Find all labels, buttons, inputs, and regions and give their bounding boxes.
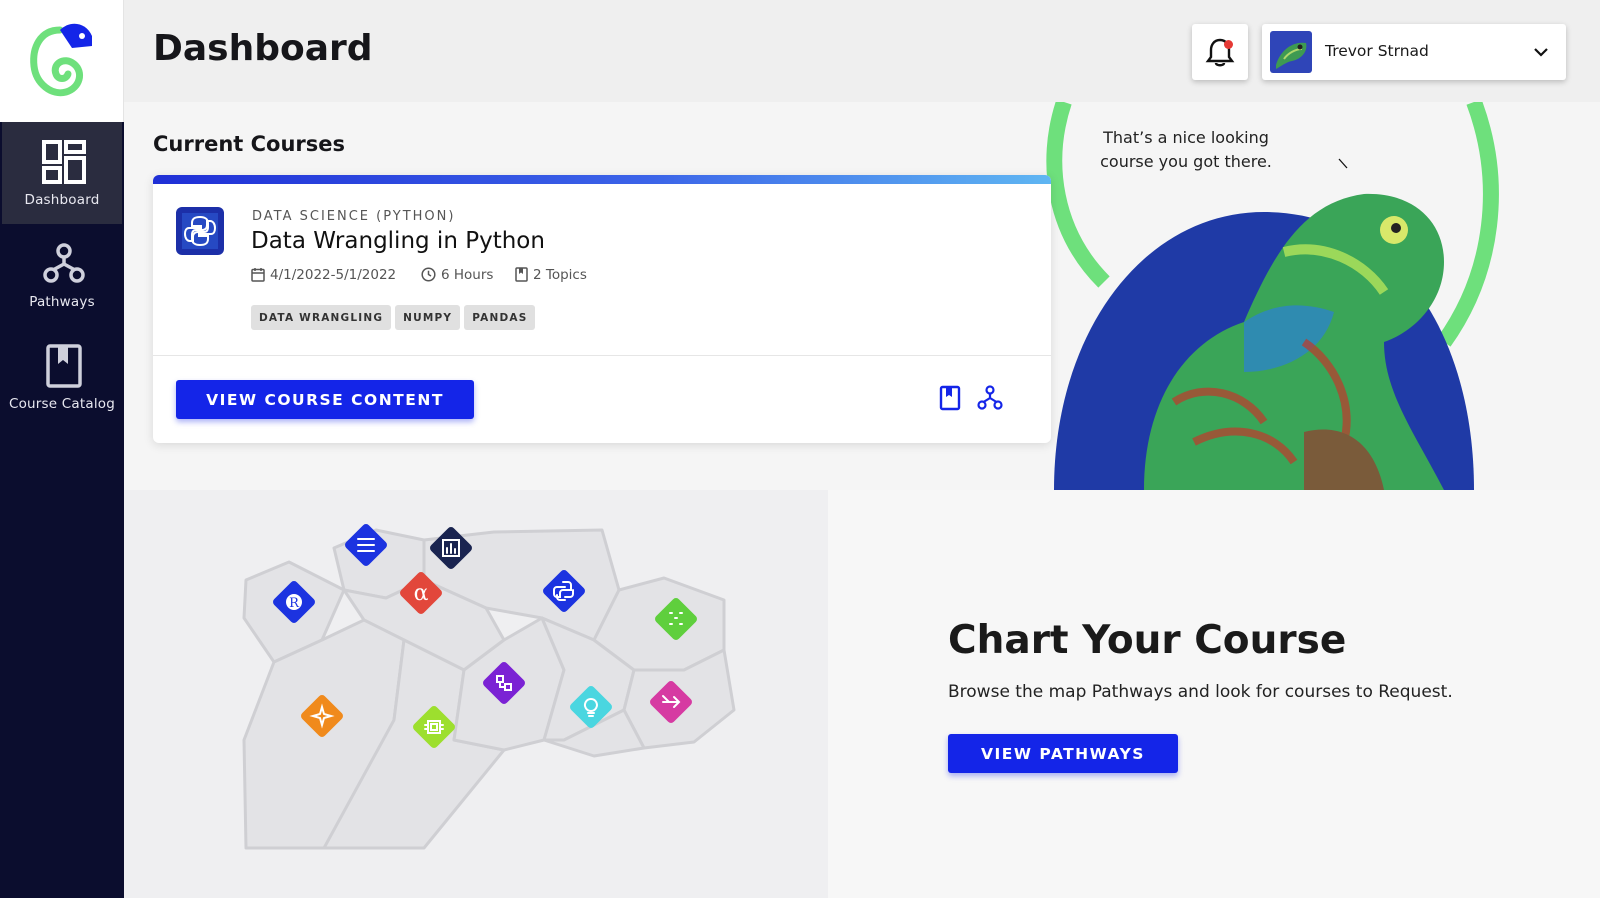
cta-title: Chart Your Course (948, 618, 1347, 663)
course-topics: 2 Topics (515, 267, 587, 283)
course-tags: DATA WRANGLING NUMPY PANDAS (251, 305, 539, 330)
top-header: Dashboard Trevor Strnad (124, 0, 1600, 102)
chart-your-course-panel: Chart Your Course Browse the map Pathway… (828, 490, 1600, 898)
view-course-content-button[interactable]: VIEW COURSE CONTENT (176, 380, 474, 419)
notification-badge (1224, 40, 1233, 49)
notifications-button[interactable] (1192, 24, 1248, 80)
network-icon[interactable] (481, 660, 526, 705)
lightbulb-head-icon[interactable] (568, 684, 613, 729)
python-icon (176, 207, 224, 255)
merge-arrow-icon[interactable] (648, 679, 693, 724)
dashboard-grid-icon (42, 140, 86, 184)
chevron-down-icon (1534, 48, 1548, 57)
course-title: Data Wrangling in Python (251, 228, 545, 254)
sidebar-item-course-catalog[interactable]: Course Catalog (2, 326, 122, 428)
course-thumbnail (176, 207, 224, 255)
bookmark-book-icon (46, 344, 82, 388)
sidebar-item-label: Course Catalog (8, 396, 116, 412)
app-logo[interactable] (0, 0, 124, 122)
tag-chip[interactable]: NUMPY (395, 305, 461, 330)
course-topics-text: 2 Topics (533, 267, 587, 283)
calendar-icon (251, 268, 265, 282)
sparkle-dots-icon[interactable] (653, 596, 698, 641)
course-card: DATA SCIENCE (PYTHON) Data Wrangling in … (153, 175, 1051, 443)
cta-subtitle: Browse the map Pathways and look for cou… (948, 682, 1453, 702)
tag-chip[interactable]: DATA WRANGLING (251, 305, 392, 330)
course-duration-text: 6 Hours (441, 267, 494, 283)
tag-chip[interactable]: PANDAS (464, 305, 536, 330)
pathways-map-panel: Rα (124, 490, 828, 898)
sidebar: Dashboard Pathways Course Catalog (0, 0, 124, 898)
svg-text:R: R (289, 596, 300, 611)
course-dates-text: 4/1/2022-5/1/2022 (270, 267, 397, 283)
book-icon (515, 267, 528, 282)
course-duration: 6 Hours (421, 267, 493, 283)
chameleon-logo-icon (30, 23, 92, 97)
sidebar-item-pathways[interactable]: Pathways (2, 224, 122, 326)
sidebar-item-label: Pathways (29, 294, 95, 310)
chart-icon[interactable] (428, 525, 473, 570)
list-icon[interactable] (343, 522, 388, 567)
course-category: DATA SCIENCE (PYTHON) (252, 209, 456, 224)
pathways-nodes-icon (43, 243, 85, 283)
section-title: Current Courses (153, 132, 346, 156)
user-menu[interactable]: Trevor Strnad (1262, 24, 1566, 80)
course-card-accent-bar (153, 175, 1051, 184)
bookmark-book-icon[interactable] (939, 385, 961, 411)
avatar (1270, 31, 1312, 73)
user-name: Trevor Strnad (1325, 42, 1429, 60)
alpha-icon[interactable]: α (398, 570, 443, 615)
pathways-nodes-icon[interactable] (977, 385, 1003, 411)
svg-text:α: α (414, 581, 429, 606)
chip-icon[interactable] (411, 704, 456, 749)
divider (153, 355, 1051, 356)
sparkles-icon[interactable] (299, 693, 344, 738)
page-title: Dashboard (153, 28, 373, 69)
view-pathways-button[interactable]: VIEW PATHWAYS (948, 734, 1178, 773)
sidebar-item-dashboard[interactable]: Dashboard (2, 122, 122, 224)
hero-speech-text: That’s a nice looking course you got the… (1100, 128, 1272, 171)
sidebar-item-label: Dashboard (24, 192, 100, 208)
clock-icon (421, 267, 436, 282)
course-dates: 4/1/2022-5/1/2022 (251, 267, 396, 283)
r-language-icon[interactable]: R (271, 579, 316, 624)
python-icon[interactable] (541, 568, 586, 613)
